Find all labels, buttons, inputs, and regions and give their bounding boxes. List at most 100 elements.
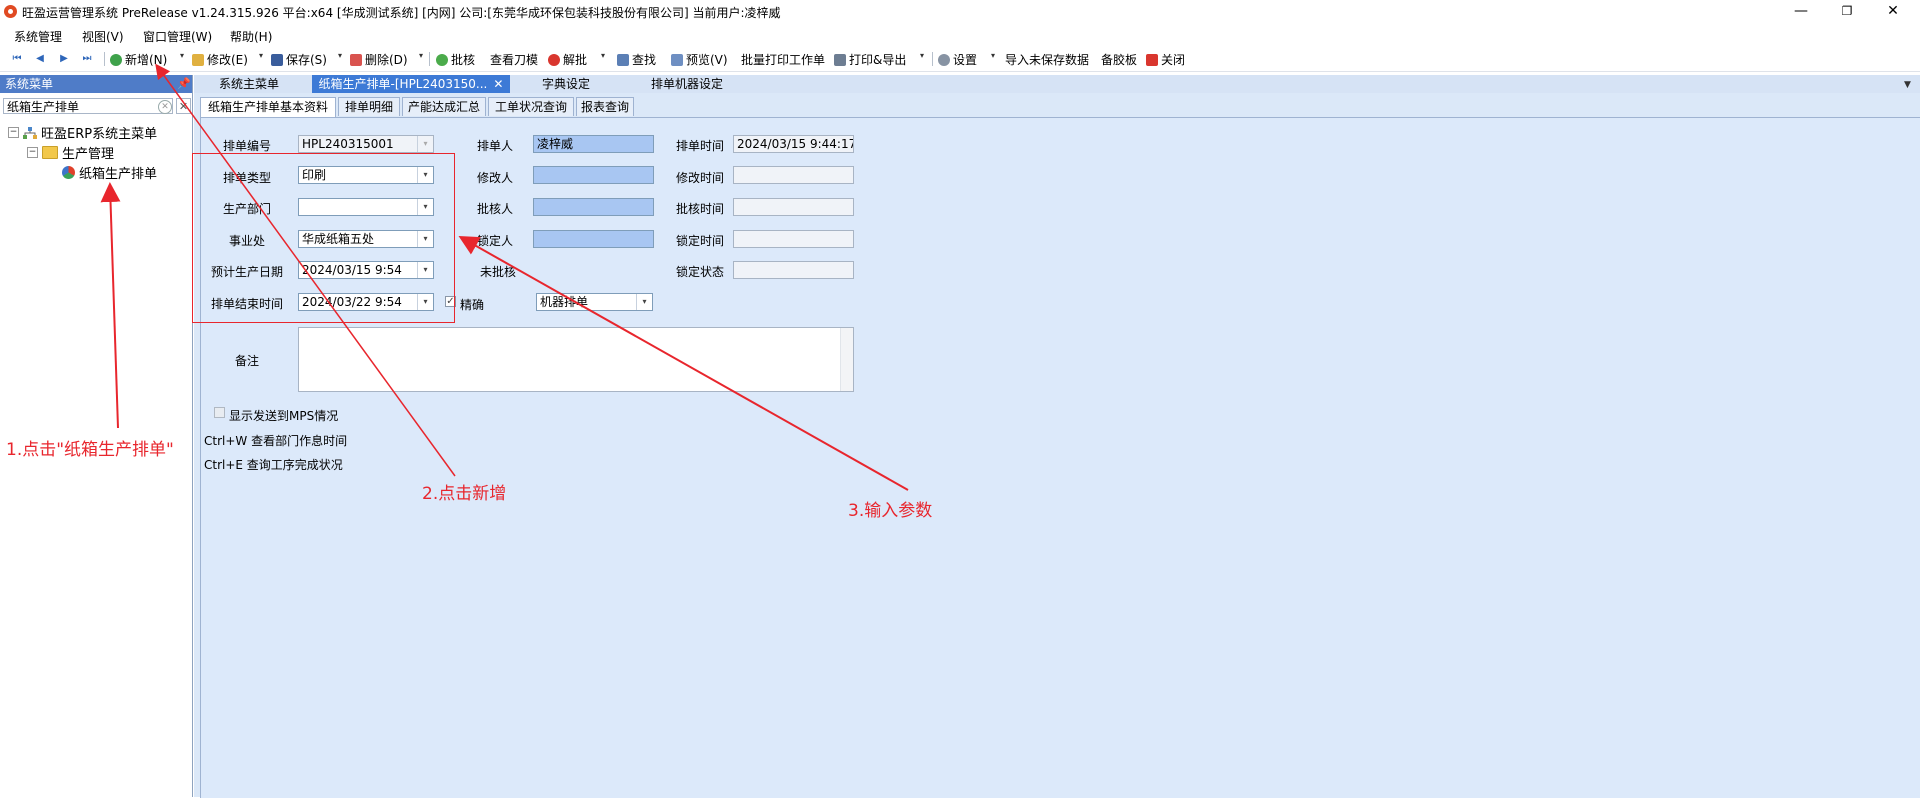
edit-icon <box>192 53 204 66</box>
subtab-order-status[interactable]: 工单状况查询 <box>488 97 574 116</box>
find-button[interactable]: 查找 <box>617 51 656 68</box>
scheduler-label: 排单人 <box>477 139 514 153</box>
tree-root[interactable]: − 旺盈ERP系统主菜单 <box>8 123 157 142</box>
unapprove-dropdown-icon[interactable]: ▾ <box>601 51 605 60</box>
subtab-details[interactable]: 排单明细 <box>338 97 400 116</box>
delete-button[interactable]: 删除(D) <box>350 51 408 68</box>
folder-icon <box>42 146 58 159</box>
tab-system-main[interactable]: 系统主菜单 <box>194 75 304 93</box>
sched-time-label: 排单时间 <box>676 139 725 153</box>
shortcut-hint-process-status: Ctrl+E 查询工序完成状况 <box>204 458 343 472</box>
order-no-field: HPL240315001 ▾ <box>298 135 434 153</box>
approve-button[interactable]: 批核 <box>436 51 475 68</box>
next-record-icon[interactable]: ▶ <box>57 53 71 65</box>
menu-view[interactable]: 视图(V) <box>82 28 124 45</box>
settings-button[interactable]: 设置 <box>938 51 977 68</box>
system-menu-title: 系统菜单 <box>5 77 54 91</box>
remarks-textarea[interactable] <box>298 327 854 392</box>
subtab-reports[interactable]: 报表查询 <box>576 97 634 116</box>
toolbar-separator <box>429 52 430 66</box>
app-logo-icon <box>4 5 17 18</box>
subtab-capacity[interactable]: 产能达成汇总 <box>402 97 486 116</box>
close-tab-icon[interactable]: ✕ <box>493 77 503 91</box>
first-record-icon[interactable]: ⏮ <box>10 53 24 65</box>
close-window-button[interactable]: ✕ <box>1870 0 1916 24</box>
scheduler-field: 凌梓威 <box>533 135 654 153</box>
tree-group-production[interactable]: − 生产管理 <box>27 143 114 162</box>
minimize-button[interactable]: — <box>1778 0 1824 24</box>
menu-bar: 系统管理 视图(V) 窗口管理(W) 帮助(H) <box>0 24 1920 46</box>
settings-dropdown-icon[interactable]: ▾ <box>991 51 995 60</box>
tab-machine-settings[interactable]: 排单机器设定 <box>622 75 752 93</box>
subtab-basic-info[interactable]: 纸箱生产排单基本资料 <box>200 97 336 117</box>
menu-system[interactable]: 系统管理 <box>14 28 62 45</box>
tree-group-label: 生产管理 <box>62 147 115 162</box>
clear-search-icon[interactable]: ✕ <box>158 100 172 114</box>
search-close-icon[interactable]: ✕ <box>176 98 191 114</box>
precise-label: 精确 <box>460 298 485 312</box>
pin-icon[interactable]: 📌 <box>177 75 191 93</box>
prev-record-icon[interactable]: ◀ <box>33 53 47 65</box>
new-dropdown-icon[interactable]: ▾ <box>180 51 184 60</box>
close-icon <box>1146 53 1158 66</box>
menu-search-input[interactable]: 纸箱生产排单 <box>3 98 173 114</box>
print-dropdown-icon[interactable]: ▾ <box>920 51 924 60</box>
tree-root-label: 旺盈ERP系统主菜单 <box>41 127 158 142</box>
save-button[interactable]: 保存(S) <box>271 51 327 68</box>
tab-dictionary[interactable]: 字典设定 <box>516 75 616 93</box>
document-tabs: 系统主菜单 纸箱生产排单-[HPL2403150... ✕ 字典设定 排单机器设定 <box>194 75 1920 93</box>
tab-carton-schedule[interactable]: 纸箱生产排单-[HPL2403150... ✕ <box>312 75 510 93</box>
last-record-icon[interactable]: ⏭ <box>80 53 94 65</box>
approver-label: 批核人 <box>477 202 514 216</box>
lock-status-label: 锁定状态 <box>676 265 725 279</box>
annotation-step1: 1.点击"纸箱生产排单" <box>6 440 174 460</box>
close-button[interactable]: 关闭 <box>1146 51 1185 68</box>
save-dropdown-icon[interactable]: ▾ <box>338 51 342 60</box>
tabs-menu-icon[interactable]: ▼ <box>1904 80 1911 90</box>
show-mps-checkbox[interactable] <box>214 407 225 418</box>
sched-time-field: 2024/03/15 9:44:17 <box>733 135 854 153</box>
preview-button[interactable]: 预览(V) <box>671 51 728 68</box>
toolbar-separator <box>932 52 933 66</box>
batch-print-button[interactable]: 批量打印工作单 <box>741 51 825 68</box>
menu-help[interactable]: 帮助(H) <box>230 28 272 45</box>
approval-status-text: 未批核 <box>480 265 517 279</box>
collapse-icon[interactable]: − <box>8 127 19 138</box>
system-menu-header: 系统菜单 📌 <box>0 75 192 93</box>
tree-item-label: 纸箱生产排单 <box>79 167 158 182</box>
backup-board-button[interactable]: 备胶板 <box>1101 51 1137 68</box>
view-die-button[interactable]: 查看刀模 <box>490 51 538 68</box>
tree-item-carton-schedule[interactable]: 纸箱生产排单 <box>62 163 157 182</box>
modify-time-label: 修改时间 <box>676 171 725 185</box>
print-export-button[interactable]: 打印&导出 <box>834 51 906 68</box>
lock-status-field <box>733 261 854 279</box>
unapprove-icon <box>548 53 560 66</box>
annotation-step3: 3.输入参数 <box>848 501 933 521</box>
chevron-down-icon[interactable]: ▾ <box>636 294 652 310</box>
machine-mode-select[interactable]: 机器排单 ▾ <box>536 293 653 311</box>
new-button[interactable]: 新增(N) <box>110 51 167 68</box>
modify-time-field <box>733 166 854 184</box>
lock-time-field <box>733 230 854 248</box>
unapprove-button[interactable]: 解批 <box>548 51 587 68</box>
remarks-scrollbar[interactable] <box>840 328 853 391</box>
restore-button[interactable]: ❐ <box>1824 0 1870 24</box>
edit-dropdown-icon[interactable]: ▾ <box>259 51 263 60</box>
delete-dropdown-icon[interactable]: ▾ <box>419 51 423 60</box>
edit-button[interactable]: 修改(E) <box>192 51 248 68</box>
show-mps-label: 显示发送到MPS情况 <box>229 409 339 423</box>
modifier-label: 修改人 <box>477 171 514 185</box>
remarks-label: 备注 <box>235 354 260 368</box>
annotation-step2: 2.点击新增 <box>422 484 507 504</box>
modifier-field <box>533 166 654 184</box>
gear-icon <box>938 53 950 66</box>
toolbar: ⏮ ◀ ▶ ⏭ 新增(N) ▾ 修改(E) ▾ 保存(S) ▾ 删除(D) ▾ … <box>0 47 1920 72</box>
shortcut-hint-dept-hours: Ctrl+W 查看部门作息时间 <box>204 434 348 448</box>
delete-icon <box>350 53 362 66</box>
import-unsaved-button[interactable]: 导入未保存数据 <box>1005 51 1089 68</box>
menu-window[interactable]: 窗口管理(W) <box>143 28 212 45</box>
collapse-icon[interactable]: − <box>27 147 38 158</box>
window-title: 旺盈运营管理系统 PreRelease v1.24.315.926 平台:x64… <box>22 6 781 20</box>
approve-time-label: 批核时间 <box>676 202 725 216</box>
form-area <box>200 117 1920 798</box>
